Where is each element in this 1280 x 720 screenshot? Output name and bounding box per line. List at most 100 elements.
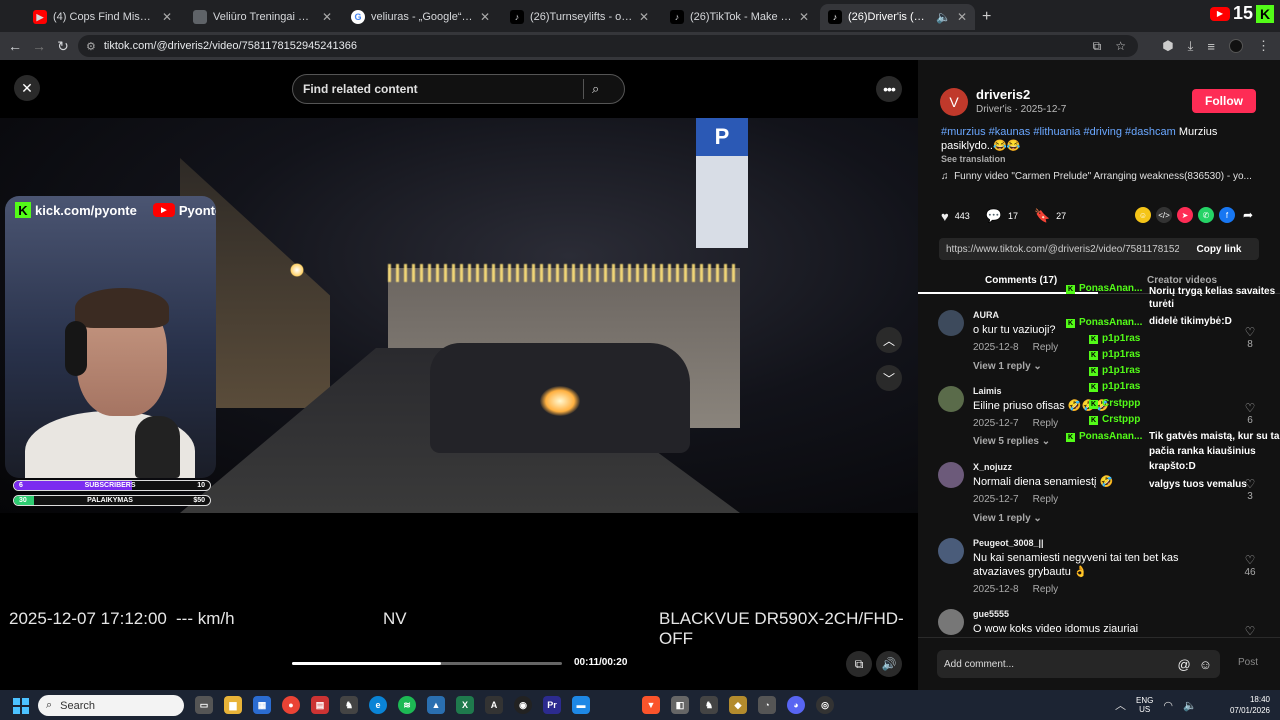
emoji-icon[interactable]: ☺: [1199, 657, 1212, 672]
embed-icon[interactable]: </>: [1156, 207, 1172, 223]
menu-icon[interactable]: ⋮: [1257, 38, 1270, 54]
close-tab-icon[interactable]: ✕: [480, 10, 490, 24]
comment-button[interactable]: 💬 17: [986, 208, 1018, 224]
reply-button[interactable]: Reply: [1033, 494, 1059, 505]
tab-tiktok-sound[interactable]: ♪ (26)Turnseylifts - original sound ✕: [502, 4, 657, 30]
extensions-icon[interactable]: ⬢: [1162, 38, 1173, 54]
commenter-name[interactable]: Laimis: [973, 386, 1002, 396]
close-tab-icon[interactable]: ✕: [639, 10, 649, 24]
app-icon[interactable]: ◧: [671, 696, 689, 714]
bookmark-star-icon[interactable]: ☆: [1115, 39, 1126, 54]
add-comment-field[interactable]: @ ☺: [937, 650, 1220, 678]
add-comment-input[interactable]: [944, 658, 1178, 670]
app-icon[interactable]: ▬: [572, 696, 590, 714]
reply-button[interactable]: Reply: [1033, 584, 1059, 595]
view-replies-button[interactable]: View 1 reply ⌄: [973, 361, 1042, 372]
search-icon[interactable]: ⌕: [592, 81, 599, 97]
app-icon[interactable]: ♞: [700, 696, 718, 714]
like-button[interactable]: ♥ 443: [941, 209, 970, 224]
commenter-name[interactable]: X_nojuzz: [973, 462, 1012, 472]
tab-veliuro[interactable]: Veliūro Treningai Su Kapišonu - ✕: [185, 4, 340, 30]
comment-like-button[interactable]: ♡ 46: [1240, 553, 1260, 578]
reload-icon[interactable]: ↻: [51, 38, 75, 55]
wifi-icon[interactable]: ◠: [1163, 699, 1173, 712]
chevron-up-icon[interactable]: ︿: [1115, 697, 1126, 713]
excel-icon[interactable]: X: [456, 696, 474, 714]
url-field[interactable]: ⚙ tiktok.com/@driveris2/video/7581178152…: [78, 35, 1138, 57]
speaker-icon[interactable]: 🔈: [936, 10, 951, 24]
media-icon[interactable]: ≡: [1207, 39, 1215, 54]
tab-google[interactable]: G veliuras - „Google“ paieška ✕: [343, 4, 498, 30]
premiere-icon[interactable]: Pr: [543, 696, 561, 714]
close-tab-icon[interactable]: ✕: [322, 10, 332, 24]
comment-like-button[interactable]: ♡: [1240, 624, 1260, 637]
share-arrow-icon[interactable]: ➦: [1240, 207, 1256, 223]
video-progress-bar[interactable]: [292, 662, 562, 665]
music-link[interactable]: ♫ Funny video "Carmen Prelude" Arranging…: [941, 171, 1252, 182]
share-link[interactable]: https://www.tiktok.com/@driveris2/video/…: [946, 244, 1179, 255]
volume-icon[interactable]: 🔈: [1183, 699, 1197, 712]
commenter-avatar[interactable]: [938, 386, 964, 412]
commenter-avatar[interactable]: [938, 609, 964, 635]
clock[interactable]: 18:40 07/01/2026: [1226, 694, 1270, 716]
reply-button[interactable]: Reply: [1033, 418, 1059, 429]
taskbar-search[interactable]: ⌕ Search: [38, 695, 184, 716]
install-app-icon[interactable]: ⧉: [1093, 39, 1102, 54]
edge-icon[interactable]: e: [369, 696, 387, 714]
volume-button[interactable]: 🔊: [876, 651, 902, 677]
back-icon[interactable]: ←: [3, 38, 27, 54]
close-tab-icon[interactable]: ✕: [957, 10, 967, 24]
hashtags[interactable]: #murzius #kaunas #lithuania #driving #da…: [941, 126, 1176, 138]
view-replies-button[interactable]: View 5 replies ⌄: [973, 436, 1050, 447]
mention-icon[interactable]: @: [1178, 657, 1191, 672]
close-tab-icon[interactable]: ✕: [799, 10, 809, 24]
commenter-name[interactable]: Peugeot_3008_||: [973, 538, 1044, 548]
new-tab-button[interactable]: +: [982, 8, 991, 26]
language-indicator[interactable]: ENG US: [1136, 696, 1153, 714]
related-search-input[interactable]: [303, 82, 583, 96]
discord-icon[interactable]: ◕: [787, 696, 805, 714]
next-video-button[interactable]: ﹀: [876, 365, 902, 391]
store-icon[interactable]: ▦: [253, 696, 271, 714]
commenter-name[interactable]: gue5555: [973, 609, 1009, 619]
app-icon[interactable]: ◆: [729, 696, 747, 714]
see-translation-link[interactable]: See translation: [941, 154, 1006, 164]
friends-share-icon[interactable]: ☺: [1135, 207, 1151, 223]
facebook-icon[interactable]: f: [1219, 207, 1235, 223]
app-icon[interactable]: A: [485, 696, 503, 714]
steam-icon[interactable]: ◎: [816, 696, 834, 714]
chrome-icon[interactable]: ●: [282, 696, 300, 714]
tab-youtube[interactable]: ▶ (4) Cops Find Missing Teen's Bo ✕: [25, 4, 180, 30]
related-search[interactable]: ⌕: [292, 74, 625, 104]
obs-icon[interactable]: ◉: [514, 696, 532, 714]
file-explorer-icon[interactable]: ▆: [224, 696, 242, 714]
save-button[interactable]: 🔖 27: [1034, 208, 1066, 224]
commenter-name[interactable]: AURA: [973, 310, 999, 320]
creator-username[interactable]: driveris2: [976, 87, 1030, 102]
task-view-icon[interactable]: ▭: [195, 696, 213, 714]
site-info-icon[interactable]: ⚙: [86, 40, 96, 53]
close-video-button[interactable]: ✕: [14, 75, 40, 101]
creator-avatar[interactable]: V: [940, 88, 968, 116]
follow-button[interactable]: Follow: [1192, 89, 1256, 113]
previous-video-button[interactable]: ︿: [876, 327, 902, 353]
copy-link-button[interactable]: Copy link: [1179, 244, 1259, 255]
app-icon[interactable]: ▤: [311, 696, 329, 714]
tab-tiktok-driveris[interactable]: ♪ (26)Driver'is (@driveris2) | T 🔈 ✕: [820, 4, 975, 30]
more-options-button[interactable]: •••: [876, 76, 902, 102]
app-icon[interactable]: ◔: [758, 696, 776, 714]
windows-start-icon[interactable]: [13, 698, 29, 714]
tab-tiktok-home[interactable]: ♪ (26)TikTok - Make Your Day ✕: [662, 4, 817, 30]
view-replies-button[interactable]: View 1 reply ⌄: [973, 513, 1042, 524]
whatsapp-icon[interactable]: ✆: [1198, 207, 1214, 223]
photos-icon[interactable]: ▲: [427, 696, 445, 714]
app-icon[interactable]: ♞: [340, 696, 358, 714]
spotify-icon[interactable]: ≋: [398, 696, 416, 714]
profile-avatar[interactable]: [1229, 39, 1243, 53]
brave-icon[interactable]: ▼: [642, 696, 660, 714]
reply-button[interactable]: Reply: [1033, 342, 1059, 353]
tab-comments[interactable]: Comments (17): [985, 275, 1057, 286]
close-tab-icon[interactable]: ✕: [162, 10, 172, 24]
commenter-avatar[interactable]: [938, 538, 964, 564]
send-icon[interactable]: ➤: [1177, 207, 1193, 223]
